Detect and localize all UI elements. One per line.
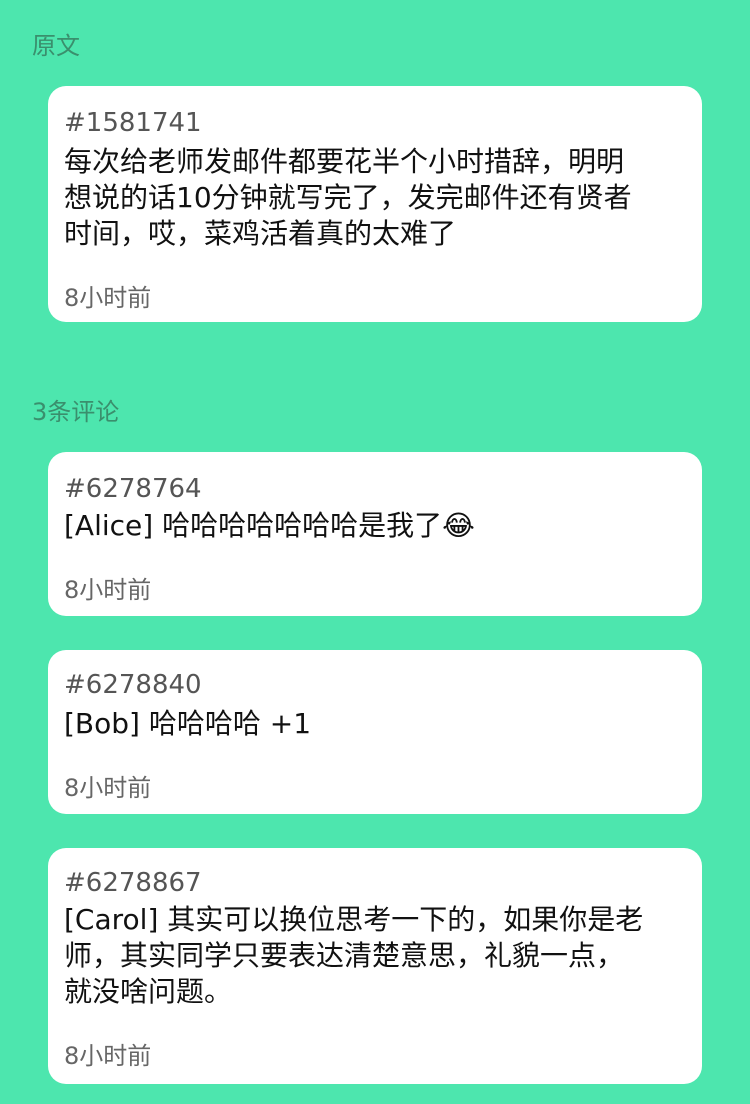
comment-card[interactable]: #6278840 [Bob] 哈哈哈哈 +1 8小时前: [48, 650, 702, 814]
post-card[interactable]: #1581741 每次给老师发邮件都要花半个小时措辞，明明 想说的话10分钟就写…: [48, 86, 702, 322]
post-text: 每次给老师发邮件都要花半个小时措辞，明明 想说的话10分钟就写完了，发完邮件还有…: [64, 145, 632, 250]
comment-time: 8小时前: [64, 774, 152, 802]
comment-text: [Carol] 其实可以换位思考一下的，如果你是老 师，其实同学只要表达清楚意思…: [64, 903, 644, 1008]
comment-time: 8小时前: [64, 576, 152, 604]
comment-text: [Alice] 哈哈哈哈哈哈哈是我了😂: [64, 509, 475, 542]
comment-card[interactable]: #6278867 [Carol] 其实可以换位思考一下的，如果你是老 师，其实同…: [48, 848, 702, 1084]
post-id: #1581741: [64, 108, 202, 138]
section-label-original: 原文: [32, 32, 80, 60]
comment-id: #6278867: [64, 868, 202, 898]
comment-id: #6278764: [64, 474, 202, 504]
post-time: 8小时前: [64, 284, 152, 312]
comment-time: 8小时前: [64, 1042, 152, 1070]
section-label-comments: 3条评论: [32, 398, 120, 426]
comment-text: [Bob] 哈哈哈哈 +1: [64, 707, 312, 740]
comment-card[interactable]: #6278764 [Alice] 哈哈哈哈哈哈哈是我了😂 8小时前: [48, 452, 702, 616]
comment-id: #6278840: [64, 670, 202, 700]
